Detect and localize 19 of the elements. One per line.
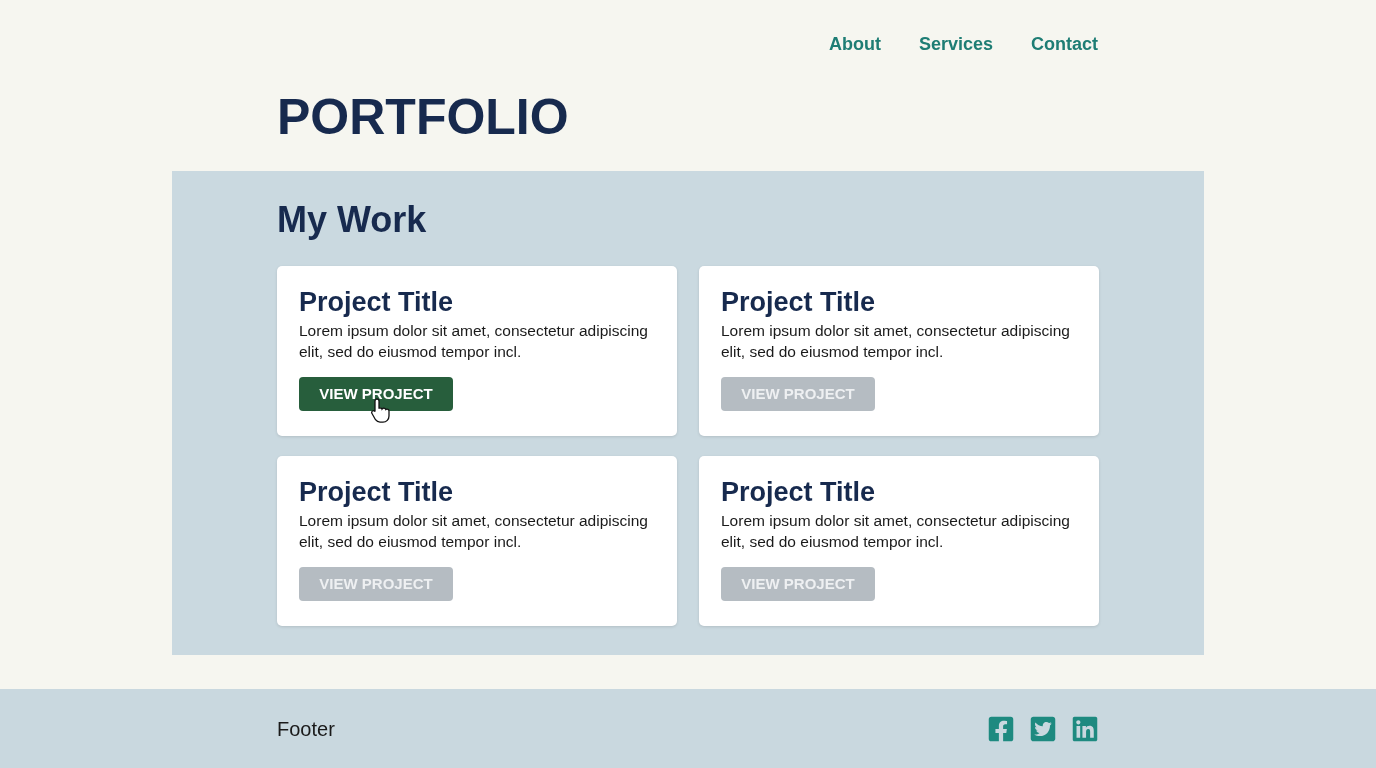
view-project-button[interactable]: VIEW PROJECT	[299, 377, 453, 411]
project-description: Lorem ipsum dolor sit amet, consectetur adipiscing elit, sed do eiusmod tempor incl.	[721, 321, 1071, 362]
linkedin-icon[interactable]	[1071, 714, 1099, 743]
project-description: Lorem ipsum dolor sit amet, consectetur adipiscing elit, sed do eiusmod tempor incl.	[721, 511, 1071, 552]
nav-link[interactable]: Contact	[1031, 32, 1098, 56]
facebook-icon[interactable]	[987, 714, 1015, 743]
project-description: Lorem ipsum dolor sit amet, consectetur adipiscing elit, sed do eiusmod tempor incl.	[299, 511, 649, 552]
twitter-icon[interactable]	[1029, 714, 1057, 743]
section-heading: My Work	[277, 199, 427, 241]
hand-cursor-icon	[371, 397, 391, 423]
project-title: Project Title	[299, 286, 454, 318]
project-title: Project Title	[299, 476, 454, 508]
footer-text: Footer	[277, 716, 335, 742]
page-title: PORTFOLIO	[277, 88, 569, 146]
project-title: Project Title	[721, 286, 876, 318]
nav-link[interactable]: Services	[918, 32, 993, 56]
project-title: Project Title	[721, 476, 876, 508]
nav-link[interactable]: About	[828, 32, 881, 56]
project-description: Lorem ipsum dolor sit amet, consectetur adipiscing elit, sed do eiusmod tempor incl.	[299, 321, 649, 362]
